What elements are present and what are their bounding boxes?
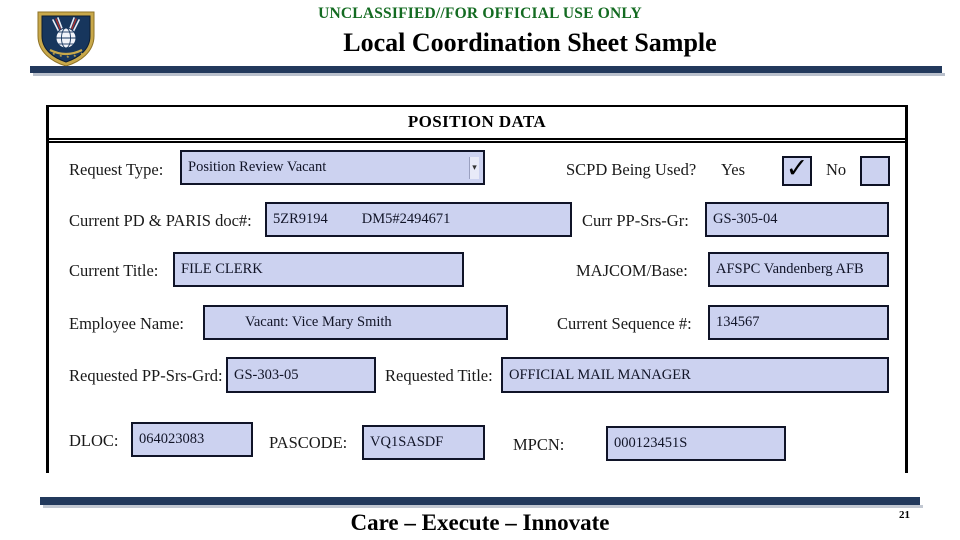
form-section-title: POSITION DATA	[407, 112, 547, 131]
field-employee-name[interactable]: Vacant: Vice Mary Smith	[203, 305, 508, 340]
field-current-pd-paris[interactable]: 5ZR9194 DM5#2494671	[265, 202, 572, 237]
field-current-title[interactable]: FILE CLERK	[173, 252, 464, 287]
field-requested-title[interactable]: OFFICIAL MAIL MANAGER	[501, 357, 889, 393]
svg-text:★: ★	[52, 51, 56, 56]
svg-text:★: ★	[80, 51, 84, 56]
check-icon: ✓	[785, 153, 809, 184]
field-employee-name-value: Vacant: Vice Mary Smith	[245, 314, 392, 330]
field-requested-pp-srs-grd[interactable]: GS-303-05	[226, 357, 376, 393]
label-scpd-yes: Yes	[721, 160, 746, 179]
label-scpd-no: No	[826, 160, 847, 179]
field-paris-doc-value: DM5#2494671	[361, 211, 451, 227]
field-curr-pp-srs-gr-value: GS-305-04	[713, 211, 778, 227]
field-request-type[interactable]: Position Review Vacant ▾	[180, 150, 485, 185]
checkbox-scpd-no[interactable]	[860, 156, 890, 186]
form-section-header: POSITION DATA	[49, 107, 905, 143]
page-title: Local Coordination Sheet Sample	[343, 28, 717, 57]
field-current-sequence-value: 134567	[716, 314, 760, 330]
field-pascode[interactable]: VQ1SASDF	[362, 425, 485, 460]
label-request-type: Request Type:	[69, 160, 164, 179]
field-mpcn-value: 000123451S	[614, 435, 688, 451]
field-request-type-value: Position Review Vacant	[188, 159, 327, 175]
field-current-sequence[interactable]: 134567	[708, 305, 889, 340]
footer-motto: Care – Execute – Innovate	[350, 510, 610, 535]
svg-text:★: ★	[59, 53, 63, 58]
label-current-title: Current Title:	[69, 261, 159, 280]
field-majcom-base-value: AFSPC Vandenberg AFB	[716, 261, 864, 277]
classification-banner: UNCLASSIFIED//FOR OFFICIAL USE ONLY	[318, 5, 642, 22]
header-rule-shadow	[33, 73, 945, 76]
page-number: 21	[899, 509, 910, 521]
label-pascode: PASCODE:	[269, 433, 348, 452]
footer-rule-shadow	[43, 505, 923, 508]
label-majcom-base: MAJCOM/Base:	[576, 261, 688, 280]
field-current-pd-value: 5ZR9194	[273, 211, 328, 227]
slide-canvas: ★ ★ ★ ★ ★ UNCLASSIFIED//FOR OFFICIAL USE O…	[0, 0, 960, 540]
label-curr-pp-srs-gr: Curr PP-Srs-Gr:	[582, 211, 689, 230]
label-scpd-being-used: SCPD Being Used?	[566, 160, 697, 179]
checkbox-scpd-yes[interactable]: ✓	[782, 153, 812, 186]
label-current-pd-paris: Current PD & PARIS doc#:	[69, 211, 252, 230]
label-mpcn: MPCN:	[513, 435, 565, 454]
field-current-title-value: FILE CLERK	[181, 261, 263, 277]
label-requested-pp-srs-grd: Requested PP-Srs-Grd:	[69, 366, 223, 385]
label-employee-name: Employee Name:	[69, 314, 185, 333]
svg-text:★: ★	[73, 53, 77, 58]
field-dloc[interactable]: 064023083	[131, 422, 253, 457]
field-majcom-base[interactable]: AFSPC Vandenberg AFB	[708, 252, 889, 287]
field-requested-title-value: OFFICIAL MAIL MANAGER	[509, 366, 691, 383]
position-data-form: POSITION DATA Request Type: Position Rev…	[46, 105, 908, 473]
field-requested-pp-srs-grd-value: GS-303-05	[234, 366, 299, 383]
label-dloc: DLOC:	[69, 431, 119, 450]
form-body: Request Type: Position Review Vacant ▾ S…	[49, 140, 905, 470]
field-pascode-value: VQ1SASDF	[370, 434, 444, 450]
field-curr-pp-srs-gr[interactable]: GS-305-04	[705, 202, 889, 237]
label-requested-title: Requested Title:	[385, 366, 493, 385]
field-dloc-value: 064023083	[139, 431, 205, 447]
footer-rule	[40, 497, 920, 505]
field-mpcn[interactable]: 000123451S	[606, 426, 786, 461]
svg-text:★: ★	[66, 54, 70, 59]
label-current-sequence: Current Sequence #:	[557, 314, 692, 333]
chevron-down-icon[interactable]: ▾	[469, 156, 479, 179]
header-rule	[30, 66, 942, 73]
